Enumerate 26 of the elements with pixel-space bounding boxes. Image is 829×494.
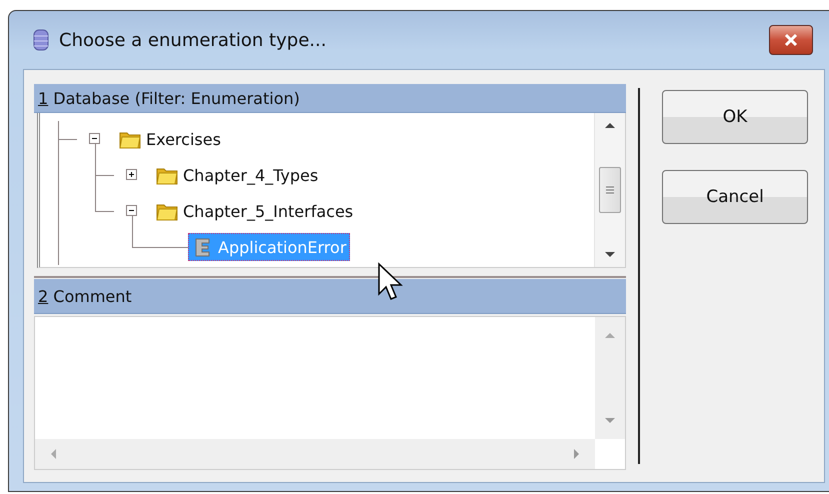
- scroll-down-icon: [604, 416, 616, 425]
- vertical-scrollbar[interactable]: [594, 113, 625, 267]
- horizontal-scrollbar[interactable]: [35, 439, 595, 469]
- scroll-left-icon: [49, 448, 58, 460]
- plus-icon: [127, 170, 136, 179]
- close-icon: [783, 33, 799, 47]
- scrollbar-thumb[interactable]: [599, 167, 621, 213]
- window-title: Choose a enumeration type...: [59, 30, 328, 50]
- panel-header: 1 Database (Filter: Enumeration): [34, 84, 626, 113]
- expand-button[interactable]: [126, 169, 137, 180]
- scroll-up-icon: [604, 331, 616, 340]
- scroll-down-icon: [604, 250, 616, 259]
- comment-field[interactable]: [34, 316, 626, 470]
- panel-header: 2 Comment: [34, 279, 626, 314]
- dialog-button[interactable]: Cancel: [662, 170, 808, 224]
- dialog-button[interactable]: OK: [662, 90, 808, 144]
- scroll-up-icon: [604, 121, 616, 130]
- collapse-button[interactable]: [126, 205, 137, 216]
- tree-item[interactable]: Chapter_4_Types: [151, 161, 322, 189]
- tree-item[interactable]: Chapter_5_Interfaces: [151, 197, 358, 225]
- scroll-right-icon: [572, 448, 581, 460]
- tree-item[interactable]: Exercises: [114, 125, 225, 153]
- vertical-scrollbar[interactable]: [595, 317, 625, 439]
- close-button[interactable]: [769, 25, 813, 55]
- collapse-button[interactable]: [89, 133, 100, 144]
- database-icon: [33, 29, 49, 51]
